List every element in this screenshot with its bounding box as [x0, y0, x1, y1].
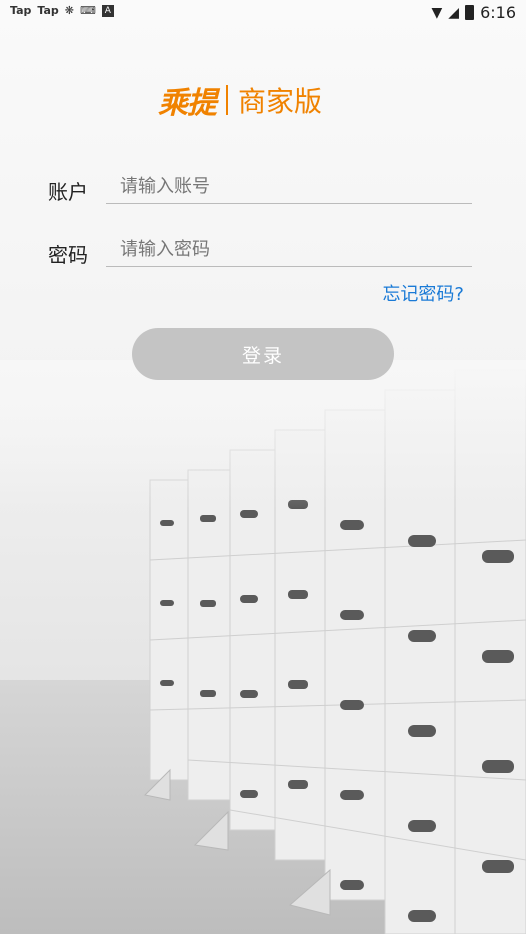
edition-label: 商家版 — [238, 85, 323, 118]
a-icon: A — [101, 4, 114, 17]
status-bar: Tap Tap ❋ ⌨ A ▼ ◢ 6:16 — [0, 0, 526, 28]
wifi-icon: ▼ — [431, 4, 443, 21]
signal-icon: ◢ — [448, 4, 460, 21]
app-logo: 乘提 商家版 — [158, 80, 370, 121]
forgot-password-link[interactable]: 忘记密码? — [382, 280, 464, 306]
login-button[interactable]: 登录 — [132, 328, 394, 380]
tap-app-icon: Tap — [37, 4, 59, 17]
keyboard-icon: ⌨ — [80, 4, 96, 17]
logo-divider — [226, 85, 228, 115]
password-label: 密码 — [48, 243, 88, 267]
tap-app-icon: Tap — [10, 4, 32, 17]
battery-icon — [465, 5, 475, 20]
password-input[interactable] — [106, 233, 472, 267]
account-input[interactable] — [106, 170, 472, 204]
brand-name: 乘提 — [158, 86, 217, 121]
account-row: 账户 — [48, 170, 474, 210]
nav-icon: ❋ — [64, 4, 74, 17]
password-row: 密码 — [48, 233, 474, 273]
locker-background-image — [0, 360, 526, 934]
account-label: 账户 — [48, 180, 88, 204]
clock-time: 6:16 — [480, 3, 516, 22]
